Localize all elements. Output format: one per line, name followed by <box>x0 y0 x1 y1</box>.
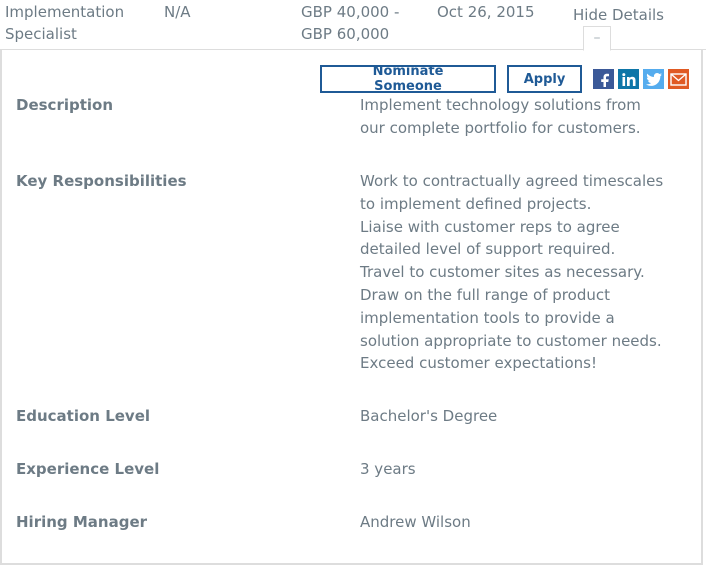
responsibility-line: solution appropriate to customer needs. <box>360 331 662 350</box>
responsibilities-value: Work to contractually agreed timescales … <box>360 170 680 375</box>
responsibility-line: Travel to customer sites as necessary. <box>360 263 645 282</box>
responsibility-line: Draw on the full range of product <box>360 285 610 304</box>
facebook-icon[interactable] <box>593 69 614 89</box>
responsibility-line: implementation tools to provide a <box>360 308 615 327</box>
description-label: Description <box>16 96 114 114</box>
nominate-someone-button[interactable]: Nominate Someone <box>320 64 496 94</box>
collapse-toggle-button[interactable]: – <box>583 26 611 51</box>
job-details-panel: Nominate Someone Apply Description Imple… <box>0 50 703 565</box>
job-title: Implementation Specialist <box>5 1 155 45</box>
responsibilities-label: Key Responsibilities <box>16 172 187 190</box>
twitter-icon[interactable] <box>643 69 664 89</box>
hide-details-link[interactable]: Hide Details <box>573 4 664 26</box>
description-line: Implement technology solutions from <box>360 96 641 114</box>
job-posted-date: Oct 26, 2015 <box>437 3 535 21</box>
job-title-line-1: Implementation <box>5 3 125 21</box>
salary-line-1: GBP 40,000 - <box>301 3 400 21</box>
education-label: Education Level <box>16 407 151 425</box>
linkedin-icon[interactable] <box>618 69 639 89</box>
hiring-manager-label: Hiring Manager <box>16 513 148 531</box>
salary-line-2: GBP 60,000 <box>301 25 390 43</box>
responsibility-line: Liaise with customer reps to agree <box>360 217 620 236</box>
responsibility-line: Exceed customer expectations! <box>360 354 597 373</box>
description-value: Implement technology solutions from our … <box>360 94 680 140</box>
job-salary: GBP 40,000 - GBP 60,000 <box>301 1 421 45</box>
description-line: our complete portfolio for customers. <box>360 118 641 137</box>
responsibility-line: to implement defined projects. <box>360 194 592 213</box>
job-title-line-2: Specialist <box>5 25 77 43</box>
education-value: Bachelor's Degree <box>360 407 498 425</box>
responsibility-line: detailed level of support required. <box>360 240 616 259</box>
apply-button[interactable]: Apply <box>507 65 582 93</box>
responsibility-line: Work to contractually agreed timescales <box>360 172 664 190</box>
experience-label: Experience Level <box>16 460 160 478</box>
experience-value: 3 years <box>360 460 416 478</box>
email-icon[interactable] <box>668 69 689 89</box>
job-location: N/A <box>164 3 191 21</box>
action-bar: Nominate Someone Apply <box>320 64 689 94</box>
hiring-manager-value: Andrew Wilson <box>360 513 471 531</box>
